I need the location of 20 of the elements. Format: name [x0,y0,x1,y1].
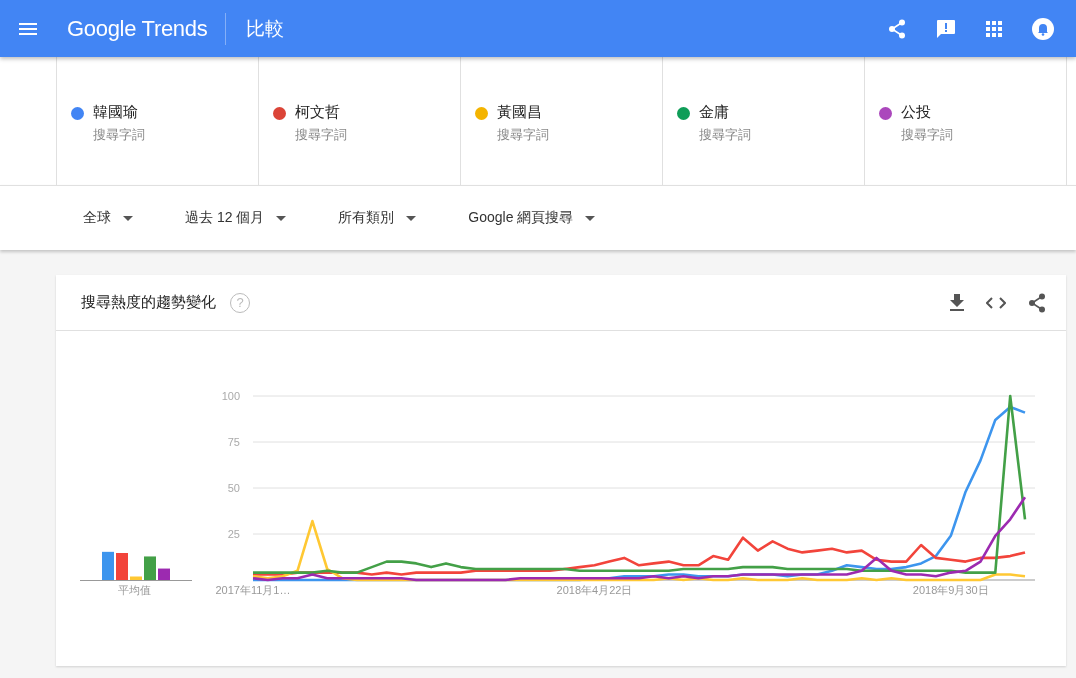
term-type: 搜尋字詞 [295,126,347,144]
card-title: 搜尋熱度的趨勢變化 [81,293,216,312]
axis-tick-label: 25 [227,528,240,540]
term-name: 公投 [901,103,932,122]
axis-tick-label: 50 [227,482,240,494]
term-type: 搜尋字詞 [93,126,145,144]
term-name: 韓國瑜 [93,103,139,122]
axis-tick-label: 2017年11月1… [215,584,291,596]
axis-tick-label: 100 [221,390,240,402]
page-title: 比較 [246,16,285,41]
term-type: 搜尋字詞 [497,126,549,144]
axis-tick-label: 2018年4月22日 [556,584,633,596]
term-type: 搜尋字詞 [901,126,953,144]
axis-tick-label: 2018年9月30日 [912,584,989,596]
term-type: 搜尋字詞 [699,126,751,144]
term-name: 金庸 [699,103,730,122]
term-name: 黃國昌 [497,103,543,122]
axis-tick-label: 75 [227,436,240,448]
axis-label: 平均值 [118,583,152,598]
term-name: 柯文哲 [295,103,341,122]
